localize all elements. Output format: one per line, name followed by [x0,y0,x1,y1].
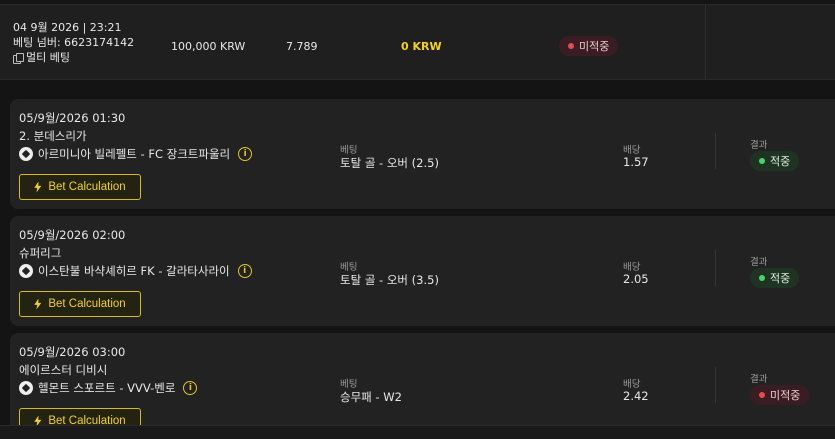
result-badge: 적중 [750,268,800,288]
result-dot-icon [759,158,765,164]
bet-type: 멀티 베팅 [13,50,134,65]
odds-value: 2.05 [623,272,649,286]
result-label: 결과 [750,374,768,385]
odds-label: 배당 [623,379,641,390]
match-line: 이스탄불 바샥셰히르 FK - 갈라타사라이 i [19,263,252,279]
event-datetime: 05/9월/2026 02:00 [19,228,126,242]
bet-market: 토탈 골 - 오버 (2.5) [340,156,439,170]
result-text: 미적중 [770,389,801,402]
result-badge: 적중 [750,151,800,171]
bet-label: 베팅 [340,262,358,273]
bet-calculation-button[interactable]: Bet Calculation [19,291,141,317]
section-gap [0,80,835,98]
bet-type-label: 멀티 베팅 [26,51,70,64]
odds-label: 배당 [623,145,641,156]
match-line: 헬몬트 스포르트 - VVV-벤로 i [19,380,198,396]
bet-summary-info: 04 9월 2026 | 23:21 베팅 넘버: 6623174142 멀티 … [13,20,134,65]
bet-datetime: 04 9월 2026 | 23:21 [13,21,122,34]
result-text: 적중 [770,155,791,168]
result-text: 적중 [770,272,791,285]
result-label: 결과 [750,257,768,268]
result-badge: 미적중 [750,385,810,405]
odds-value: 1.57 [623,155,649,169]
event-datetime: 05/9월/2026 01:30 [19,111,126,125]
lightning-bolt-icon [34,181,42,193]
info-icon[interactable]: i [238,147,253,161]
bet-calculation-label: Bet Calculation [48,298,126,310]
stake-amount: 100,000 KRW [171,40,246,53]
result-label: 결과 [750,140,768,151]
match-name: 이스탄불 바샥셰히르 FK - 갈라타사라이 [38,264,230,278]
status-badge: 미적중 [559,36,619,56]
selection-card: 05/9월/2026 01:30 2. 분데스리가 아르미니아 빌레펠트 - F… [10,99,835,209]
copy-icon [13,52,24,64]
bet-label: 베팅 [340,145,358,156]
status-label: 미적중 [579,40,610,53]
event-datetime: 05/9월/2026 03:00 [19,345,126,359]
soccer-ball-icon [19,147,33,161]
match-name: 아르미니아 빌레펠트 - FC 장크트파울리 [38,147,231,161]
odds-value: 2.42 [623,389,649,403]
total-odds: 7.789 [286,40,318,53]
odds-label: 배당 [623,262,641,273]
selection-card: 05/9월/2026 03:00 에이르스터 디비시 헬몬트 스포르트 - VV… [10,333,835,439]
match-line: 아르미니아 빌레펠트 - FC 장크트파울리 i [19,146,253,162]
status-dot-icon [568,43,574,49]
league-name: 에이르스터 디비시 [19,363,108,377]
bet-calculation-label: Bet Calculation [48,181,126,193]
league-name: 2. 분데스리가 [19,129,87,143]
bet-summary-row[interactable]: 04 9월 2026 | 23:21 베팅 넘버: 6623174142 멀티 … [0,4,835,80]
selection-card: 05/9월/2026 02:00 슈퍼리그 이스탄불 바샥셰히르 FK - 갈라… [10,216,835,326]
bet-label: 베팅 [340,379,358,390]
bet-number: 베팅 넘버: 6623174142 [13,36,135,49]
bottom-bar [0,425,835,439]
info-icon[interactable]: i [237,264,252,278]
bet-market: 토탈 골 - 오버 (3.5) [340,273,439,287]
bet-market: 승무패 - W2 [340,390,402,404]
lightning-bolt-icon [34,298,42,310]
soccer-ball-icon [19,381,33,395]
soccer-ball-icon [19,264,33,278]
divider [715,367,716,403]
bet-calculation-button[interactable]: Bet Calculation [19,174,141,200]
info-icon[interactable]: i [183,381,198,395]
result-dot-icon [759,275,765,281]
match-name: 헬몬트 스포르트 - VVV-벤로 [38,381,176,395]
result-dot-icon [759,392,765,398]
divider [715,133,716,169]
league-name: 슈퍼리그 [19,246,62,260]
divider [715,250,716,286]
divider [705,5,706,79]
winnings-amount: 0 KRW [401,40,442,53]
